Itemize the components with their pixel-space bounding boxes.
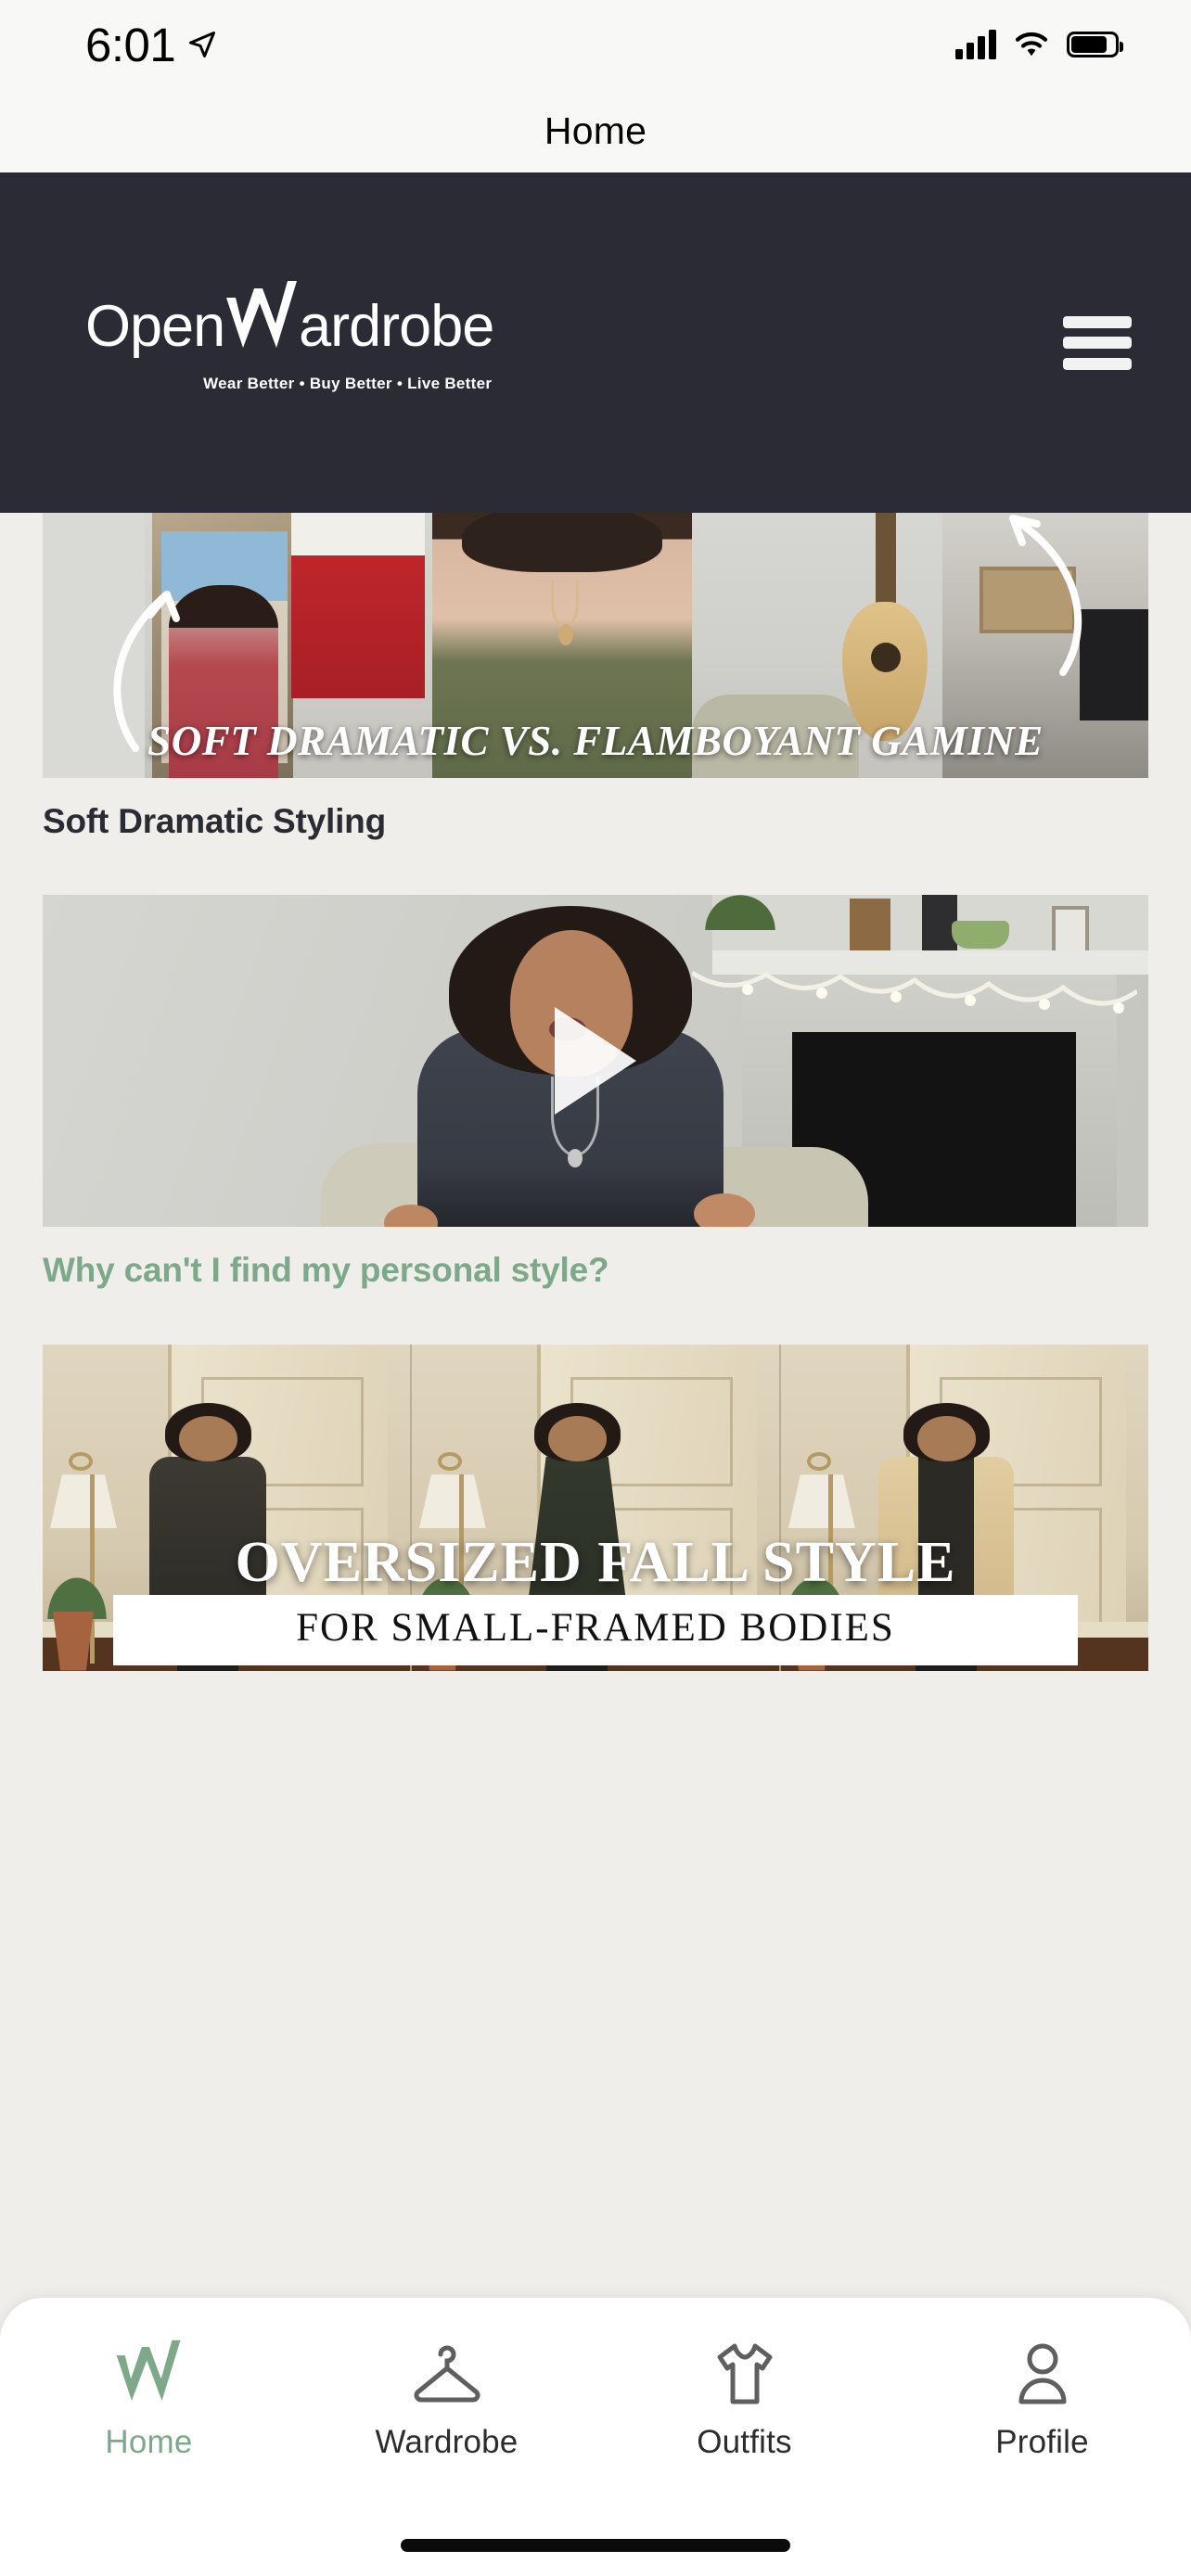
location-arrow-icon — [189, 32, 216, 57]
curved-arrow-icon — [1009, 515, 1082, 676]
brand-wordmark: Open ardrobe — [85, 281, 494, 366]
video-overlay-subtitle: FOR SMALL-FRAMED BODIES — [113, 1595, 1078, 1665]
battery-icon — [1067, 32, 1123, 57]
hamburger-menu-icon[interactable] — [1063, 315, 1132, 370]
tab-outfits[interactable]: Outfits — [596, 2339, 893, 2461]
tab-profile-label: Profile — [995, 2424, 1089, 2460]
video-thumbnail[interactable]: SOFT DRAMATIC VS. FLAMBOYANT GAMINE — [43, 513, 1148, 778]
w-logo-mark-icon — [110, 2339, 188, 2409]
video-card[interactable]: OVERSIZED FALL STYLE FOR SMALL-FRAMED BO… — [0, 1344, 1191, 1671]
video-overlay-title: SOFT DRAMATIC VS. FLAMBOYANT GAMINE — [147, 718, 1044, 764]
brand-logo[interactable]: Open ardrobe Wear Better • Buy Better • … — [85, 281, 494, 393]
cellular-signal-icon — [955, 30, 996, 59]
brand-tagline: Wear Better • Buy Better • Live Better — [203, 375, 493, 392]
status-time: 6:01 — [85, 18, 176, 71]
brand-logo-text-open: Open — [85, 294, 225, 359]
play-triangle-icon[interactable] — [555, 1007, 636, 1116]
string-lights-icon — [692, 971, 1137, 1014]
video-thumbnail[interactable]: OVERSIZED FALL STYLE FOR SMALL-FRAMED BO… — [43, 1344, 1148, 1671]
content-feed[interactable]: SOFT DRAMATIC VS. FLAMBOYANT GAMINE Soft… — [0, 513, 1191, 2298]
navigation-bar: Home — [0, 89, 1191, 172]
brand-logo-text-ardrobe: ardrobe — [299, 294, 494, 359]
tab-home[interactable]: Home — [0, 2339, 298, 2461]
clothes-hanger-icon — [410, 2339, 484, 2409]
tab-wardrobe[interactable]: Wardrobe — [298, 2339, 596, 2461]
tab-home-label: Home — [105, 2424, 193, 2460]
person-icon — [1010, 2339, 1075, 2409]
video-card-title[interactable]: Why can't I find my personal style? — [43, 1227, 1148, 1292]
wifi-icon — [1015, 32, 1048, 57]
brand-header: Open ardrobe Wear Better • Buy Better • … — [0, 172, 1191, 513]
page-title: Home — [544, 108, 647, 152]
status-bar: 6:01 — [0, 0, 1191, 89]
status-bar-right — [955, 30, 1123, 59]
tab-outfits-label: Outfits — [697, 2424, 792, 2460]
video-card[interactable]: Why can't I find my personal style? — [0, 895, 1191, 1292]
video-card[interactable]: SOFT DRAMATIC VS. FLAMBOYANT GAMINE Soft… — [0, 513, 1191, 843]
tab-wardrobe-label: Wardrobe — [375, 2424, 519, 2460]
video-card-title[interactable]: Soft Dramatic Styling — [43, 778, 1148, 843]
video-overlay-title: OVERSIZED FALL STYLE — [235, 1530, 956, 1594]
home-indicator — [401, 2539, 790, 2552]
tshirt-icon — [711, 2339, 779, 2409]
bottom-tab-bar: Home Wardrobe Outfits Profile — [0, 2298, 1191, 2576]
video-thumbnail[interactable] — [43, 895, 1148, 1228]
status-bar-left: 6:01 — [85, 21, 216, 69]
tab-profile[interactable]: Profile — [893, 2339, 1191, 2461]
